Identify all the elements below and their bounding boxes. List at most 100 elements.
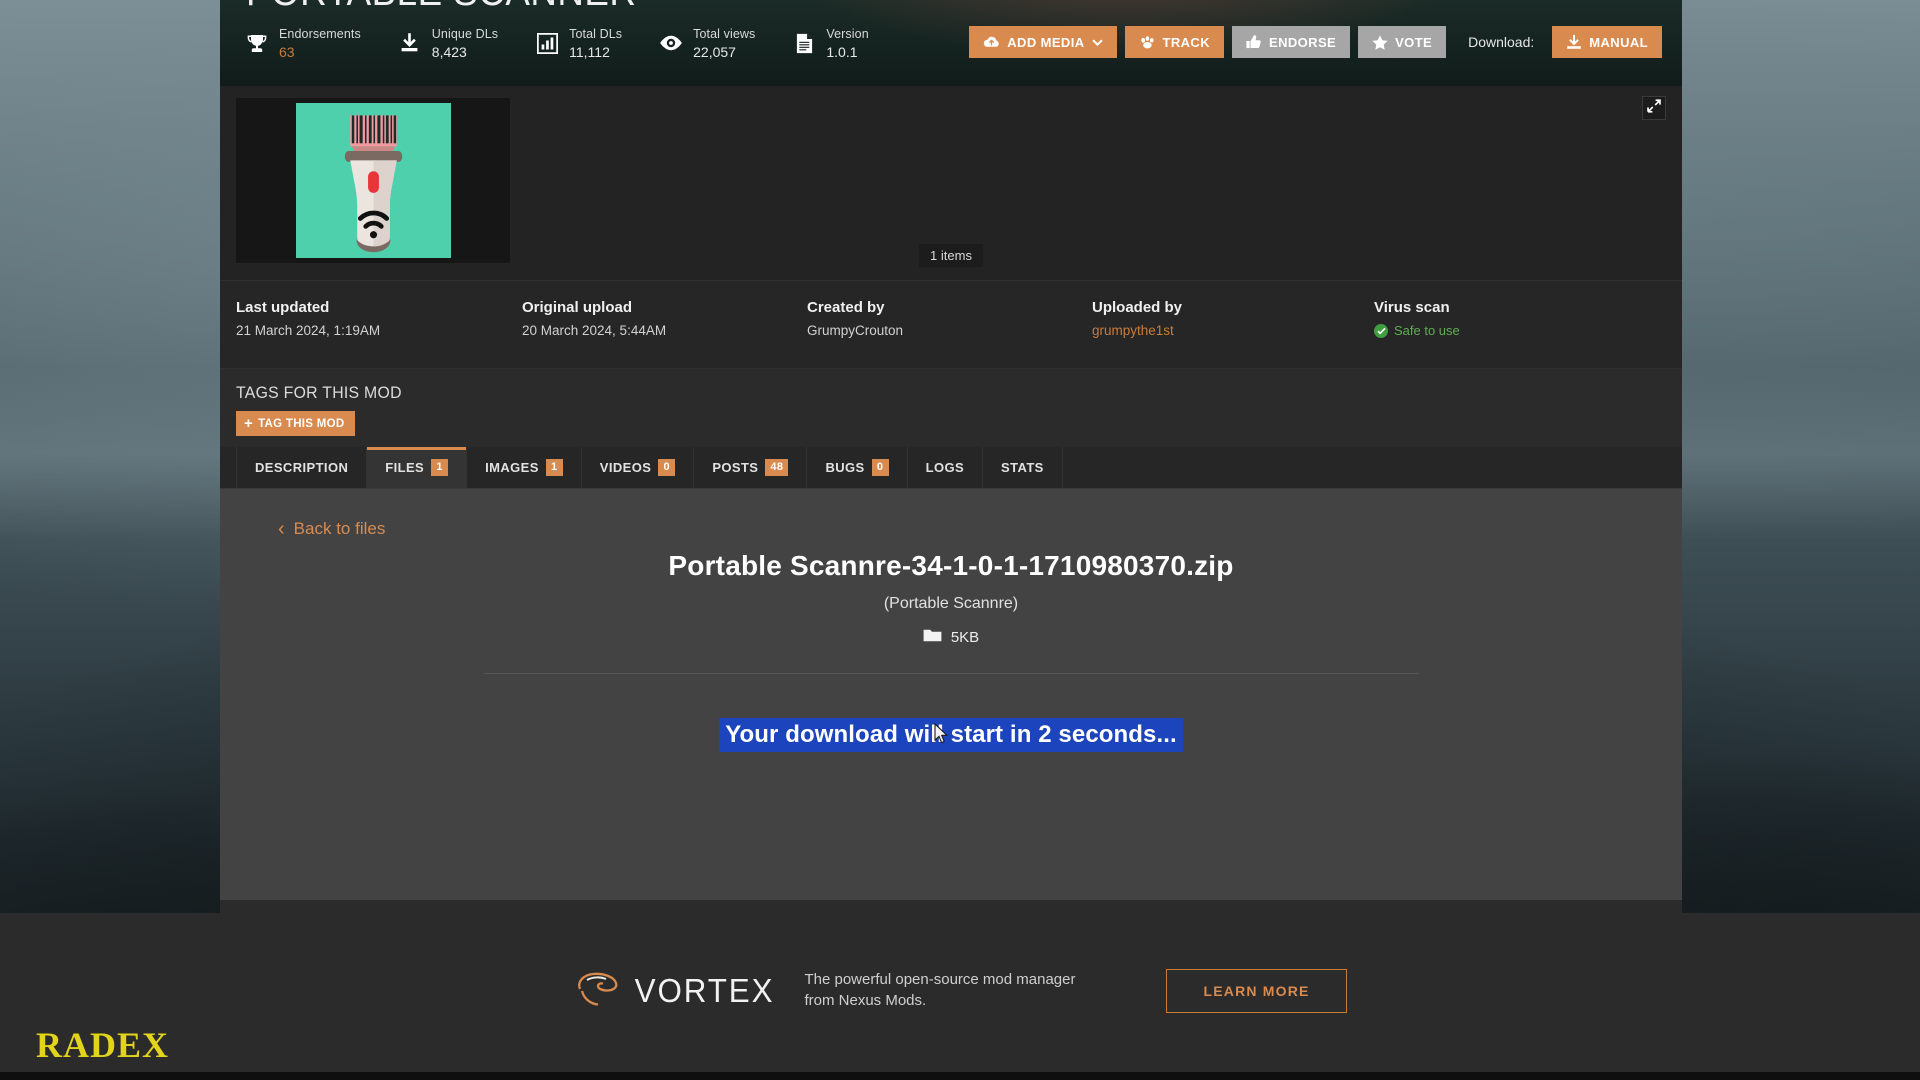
eye-icon [658, 29, 684, 57]
stat-total-dls: Total DLs 11,112 [534, 24, 622, 62]
panel-tail-spacer [220, 875, 1682, 900]
tab-logs[interactable]: LOGS [908, 447, 984, 488]
file-name: Portable Scannre-34-1-0-1-1710980370.zip [668, 550, 1234, 581]
back-link-label: Back to files [293, 519, 386, 538]
cloud-upload-icon [983, 36, 1000, 48]
download-status-area: Your download will start in 2 seconds... [220, 718, 1682, 752]
tab-description[interactable]: DESCRIPTION [236, 447, 368, 488]
endorse-button[interactable]: ENDORSE [1232, 26, 1351, 58]
file-size-value: 5KB [950, 629, 980, 646]
expand-icon [1647, 98, 1661, 118]
tab-count: 1 [431, 458, 449, 477]
file-alias: (Portable Scannre) [883, 595, 1019, 612]
expand-gallery-button[interactable] [1642, 96, 1666, 120]
meta-uploaded-by: Uploaded by grumpythe1st [1092, 299, 1374, 368]
trophy-icon [244, 29, 270, 57]
tags-section: TAGS FOR THIS MOD + TAG THIS MOD [220, 369, 1682, 447]
tab-label: POSTS [712, 460, 759, 475]
stat-unique-dls: Unique DLs 8,423 [397, 24, 498, 62]
vortex-swirl-icon [573, 968, 621, 1013]
page-title: PORTABLE SCANNER [246, 0, 636, 15]
stat-value: 11,112 [569, 44, 610, 61]
thumbnail-strip [236, 98, 510, 263]
file-download-panel: ‹ Back to files Portable Scannre-34-1-0-… [220, 489, 1682, 875]
download-label: Download: [1468, 34, 1535, 50]
tab-label: VIDEOS [599, 460, 652, 475]
check-circle-icon [1374, 323, 1388, 338]
mod-page-container: PORTABLE SCANNER Endorsements 63 [220, 0, 1682, 922]
tab-label: FILES [385, 460, 425, 475]
mod-header: PORTABLE SCANNER Endorsements 63 [220, 0, 1682, 86]
tab-files[interactable]: FILES 1 [367, 447, 468, 488]
tab-label: LOGS [925, 460, 965, 475]
tab-count: 1 [545, 458, 563, 477]
stat-label: Endorsements [279, 27, 361, 41]
tab-images[interactable]: IMAGES 1 [467, 447, 582, 488]
tab-label: DESCRIPTION [255, 460, 349, 475]
add-media-button[interactable]: ADD MEDIA [969, 26, 1117, 58]
document-icon [791, 29, 817, 57]
chevron-down-icon [1091, 38, 1103, 46]
tab-count: 0 [658, 458, 676, 477]
vote-label: VOTE [1395, 34, 1433, 50]
folder-icon [923, 628, 942, 647]
star-icon [1372, 34, 1388, 50]
tab-videos[interactable]: VIDEOS 0 [582, 447, 695, 488]
panel-divider [483, 673, 1419, 674]
status-badge: Safe to use [1374, 323, 1654, 338]
stat-label: Total views [693, 27, 756, 41]
tab-stats[interactable]: STATS [983, 447, 1063, 488]
stat-endorsements: Endorsements 63 [244, 24, 361, 62]
media-gallery: 1 items [220, 86, 1682, 281]
meta-key: Virus scan [1374, 299, 1450, 316]
bottom-bar [0, 1072, 1920, 1080]
stat-total-views: Total views 22,057 [658, 24, 755, 62]
tab-bugs[interactable]: BUGS 0 [807, 447, 908, 488]
tab-count: 0 [871, 458, 889, 477]
meta-key: Uploaded by [1092, 299, 1183, 316]
tab-label: BUGS [825, 460, 865, 475]
tab-count: 48 [765, 458, 789, 477]
download-tray-icon [1566, 34, 1582, 50]
meta-value: 21 March 2024, 1:19AM [236, 323, 381, 338]
stat-value: 8,423 [431, 44, 467, 61]
download-countdown-message: Your download will start in 2 seconds... [719, 718, 1183, 752]
track-button[interactable]: TRACK [1124, 26, 1225, 58]
tag-this-mod-button[interactable]: + TAG THIS MOD [236, 411, 355, 436]
uploader-link[interactable]: grumpythe1st [1092, 323, 1374, 338]
meta-key: Last updated [236, 299, 330, 316]
vortex-name: VORTEX [635, 971, 775, 1009]
thumbs-up-icon [1246, 35, 1262, 49]
meta-created-by: Created by GrumpyCrouton [807, 299, 1092, 368]
mod-meta-row: Last updated 21 March 2024, 1:19AM Origi… [220, 281, 1682, 369]
paw-print-icon [1139, 35, 1156, 49]
mod-thumbnail[interactable] [295, 103, 451, 258]
tab-label: IMAGES [485, 460, 539, 475]
learn-more-button[interactable]: LEARN MORE [1166, 968, 1347, 1013]
meta-key: Original upload [522, 299, 633, 316]
tab-label: STATS [1001, 460, 1044, 475]
meta-value: GrumpyCrouton [807, 323, 904, 338]
chevron-left-icon: ‹ [278, 518, 285, 540]
mod-tabs: DESCRIPTION FILES 1 IMAGES 1 VIDEOS 0 PO… [220, 447, 1682, 489]
vortex-description: The powerful open-source mod manager fro… [804, 971, 1076, 1009]
back-to-files-link[interactable]: ‹ Back to files [278, 519, 385, 539]
stat-version: Version 1.0.1 [791, 24, 869, 62]
gallery-items-count: 1 items [919, 244, 983, 267]
tab-posts[interactable]: POSTS 48 [694, 447, 808, 488]
mod-action-buttons: ADD MEDIA TRACK ENDORSE VOTE Download: M… [969, 26, 1662, 58]
radex-watermark: RADEX [36, 1025, 170, 1065]
vote-button[interactable]: VOTE [1358, 26, 1447, 58]
manual-download-button[interactable]: MANUAL [1552, 26, 1662, 58]
download-icon [397, 29, 423, 57]
add-media-label: ADD MEDIA [1007, 34, 1085, 50]
virus-scan-status: Safe to use [1394, 323, 1460, 338]
tag-button-label: TAG THIS MOD [258, 417, 345, 430]
bar-chart-icon [534, 29, 560, 57]
meta-original-upload: Original upload 20 March 2024, 5:44AM [522, 299, 807, 368]
meta-key: Created by [807, 299, 885, 316]
stat-label: Unique DLs [431, 27, 499, 41]
mod-stats: Endorsements 63 Unique DLs 8,423 Total D… [244, 24, 869, 62]
meta-virus-scan: Virus scan Safe to use [1374, 299, 1654, 368]
manual-label: MANUAL [1589, 34, 1648, 50]
